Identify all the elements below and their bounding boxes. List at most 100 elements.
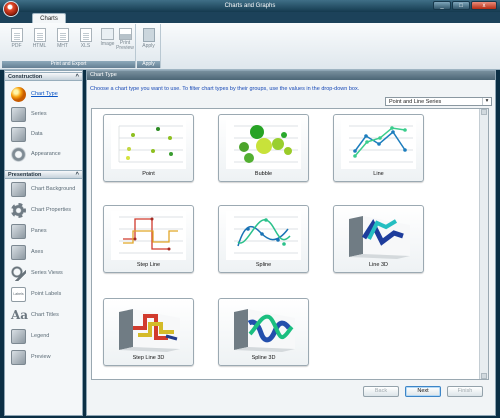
preview-icon: [11, 349, 26, 365]
sidebar-item-label: Series: [31, 111, 47, 117]
chart-type-line[interactable]: Line: [333, 114, 424, 182]
dropdown-selected-value: Point and Line Series: [389, 99, 442, 105]
wizard-sidebar: Construction ^ Chart Type Series Data App…: [4, 70, 83, 416]
xls-button-label: XLS: [80, 43, 91, 49]
chart-type-spline[interactable]: Spline: [218, 205, 309, 273]
scroll-down-arrow-icon[interactable]: [481, 373, 487, 379]
chart-type-label: Bubble: [254, 171, 273, 177]
print-preview-button[interactable]: Print Preview: [115, 28, 135, 51]
sidebar-item-label: Chart Background: [31, 186, 76, 192]
sidebar-item-appearance[interactable]: Appearance: [5, 144, 82, 164]
chevron-down-icon: ▾: [482, 98, 491, 105]
xls-button[interactable]: XLS: [75, 28, 96, 49]
line-3d-chart-preview: [349, 216, 410, 259]
finish-button[interactable]: Finish: [447, 386, 483, 397]
ribbon: PDF HTML MHT XLS Image Print Preview Pri…: [0, 23, 500, 70]
maximize-button[interactable]: □: [452, 1, 470, 10]
chart-type-spline-3d[interactable]: Spline 3D: [218, 298, 309, 366]
chart-filter-dropdown[interactable]: Point and Line Series ▾: [385, 97, 492, 106]
window-title-bar: Charts and Graphs _ □ x: [0, 0, 500, 12]
sidebar-item-chart-type[interactable]: Chart Type: [5, 84, 82, 104]
apply-group-label: Apply: [137, 61, 160, 68]
step-line-chart-preview: [111, 211, 186, 260]
back-button[interactable]: Back: [363, 386, 399, 397]
sidebar-item-label: Point Labels: [31, 291, 62, 297]
panes-icon: [11, 223, 26, 239]
sidebar-item-point-labels[interactable]: Labels Point Labels: [5, 284, 82, 304]
ribbon-tab-strip: Charts: [0, 12, 500, 23]
construction-section-header[interactable]: Construction ^: [5, 72, 82, 81]
window-title: Charts and Graphs: [224, 3, 276, 9]
appearance-icon: [11, 146, 26, 162]
chart-type-gallery: Point Bubble Line Step Line Spline Line …: [91, 108, 489, 380]
data-grid-icon: [11, 126, 26, 142]
sidebar-item-label: Chart Properties: [31, 207, 72, 213]
gallery-scrollbar[interactable]: [479, 109, 488, 379]
sidebar-item-label: Chart Titles: [31, 312, 59, 318]
sidebar-item-label: Axes: [31, 249, 44, 255]
html-button[interactable]: HTML: [29, 28, 50, 49]
sidebar-item-label: Legend: [31, 333, 50, 339]
image-icon: [101, 28, 114, 40]
mht-icon: [56, 28, 69, 42]
background-icon: [11, 181, 26, 197]
chart-type-label: Spline: [255, 262, 272, 268]
sidebar-item-panes[interactable]: Panes: [5, 221, 82, 241]
next-button[interactable]: Next: [405, 386, 441, 397]
legend-icon: [11, 328, 26, 344]
sidebar-item-axes[interactable]: Axes: [5, 242, 82, 262]
apply-icon: [142, 28, 155, 42]
mht-button-label: MHT: [57, 43, 68, 49]
chart-type-point[interactable]: Point: [103, 114, 194, 182]
minimize-button[interactable]: _: [433, 1, 451, 10]
mht-button[interactable]: MHT: [52, 28, 73, 49]
print-preview-label: Print Preview: [116, 40, 134, 51]
chart-type-step-line[interactable]: Step Line: [103, 205, 194, 273]
sidebar-item-series[interactable]: Series: [5, 104, 82, 124]
text-icon: Aa: [11, 307, 29, 322]
apply-button[interactable]: Apply: [138, 28, 159, 49]
pdf-button[interactable]: PDF: [6, 28, 27, 49]
chart-type-label: Line 3D: [369, 262, 388, 268]
presentation-title: Presentation: [8, 172, 42, 178]
spline-3d-chart-preview: [234, 309, 295, 352]
magnifier-icon: [11, 265, 26, 281]
gear-icon: [11, 202, 26, 218]
chart-type-line-3d[interactable]: Line 3D: [333, 205, 424, 273]
scroll-up-arrow-icon[interactable]: [481, 109, 487, 115]
printer-icon: [118, 28, 132, 40]
page-header: Chart Type: [87, 71, 495, 80]
step-line-3d-chart-preview: [119, 309, 180, 352]
sidebar-item-data[interactable]: Data: [5, 124, 82, 144]
sidebar-item-preview[interactable]: Preview: [5, 347, 82, 367]
print-export-group-label: Print and Export: [2, 61, 135, 68]
construction-title: Construction: [8, 74, 43, 80]
chart-type-page: Chart Type Choose a chart type you want …: [86, 70, 496, 416]
line-chart-preview: [341, 120, 416, 169]
apply-group: Apply Apply: [137, 24, 161, 68]
pdf-icon: [10, 28, 23, 42]
chart-type-label: Step Line: [136, 262, 161, 268]
chart-type-label: Step Line 3D: [132, 355, 165, 361]
sidebar-item-chart-background[interactable]: Chart Background: [5, 179, 82, 199]
html-button-label: HTML: [32, 43, 47, 49]
instruction-text: Choose a chart type you want to use. To …: [90, 86, 360, 92]
sidebar-item-label: Series Views: [31, 270, 63, 276]
sidebar-item-chart-properties[interactable]: Chart Properties: [5, 200, 82, 220]
chart-type-step-line-3d[interactable]: Step Line 3D: [103, 298, 194, 366]
sidebar-item-legend[interactable]: Legend: [5, 326, 82, 346]
chart-type-bubble[interactable]: Bubble: [218, 114, 309, 182]
point-chart-preview: [111, 120, 186, 169]
presentation-section-header[interactable]: Presentation ^: [5, 170, 82, 179]
close-button[interactable]: x: [471, 1, 497, 10]
sidebar-item-label: Data: [31, 131, 43, 137]
tab-charts[interactable]: Charts: [32, 13, 66, 23]
application-menu-button[interactable]: [3, 1, 19, 17]
sidebar-item-series-views[interactable]: Series Views: [5, 263, 82, 283]
sidebar-item-label: Panes: [31, 228, 47, 234]
chart-type-icon: [11, 86, 26, 102]
sidebar-item-chart-titles[interactable]: Aa Chart Titles: [5, 305, 82, 325]
chart-type-label: Spline 3D: [251, 355, 276, 361]
pdf-button-label: PDF: [11, 43, 22, 49]
xls-icon: [79, 28, 92, 42]
